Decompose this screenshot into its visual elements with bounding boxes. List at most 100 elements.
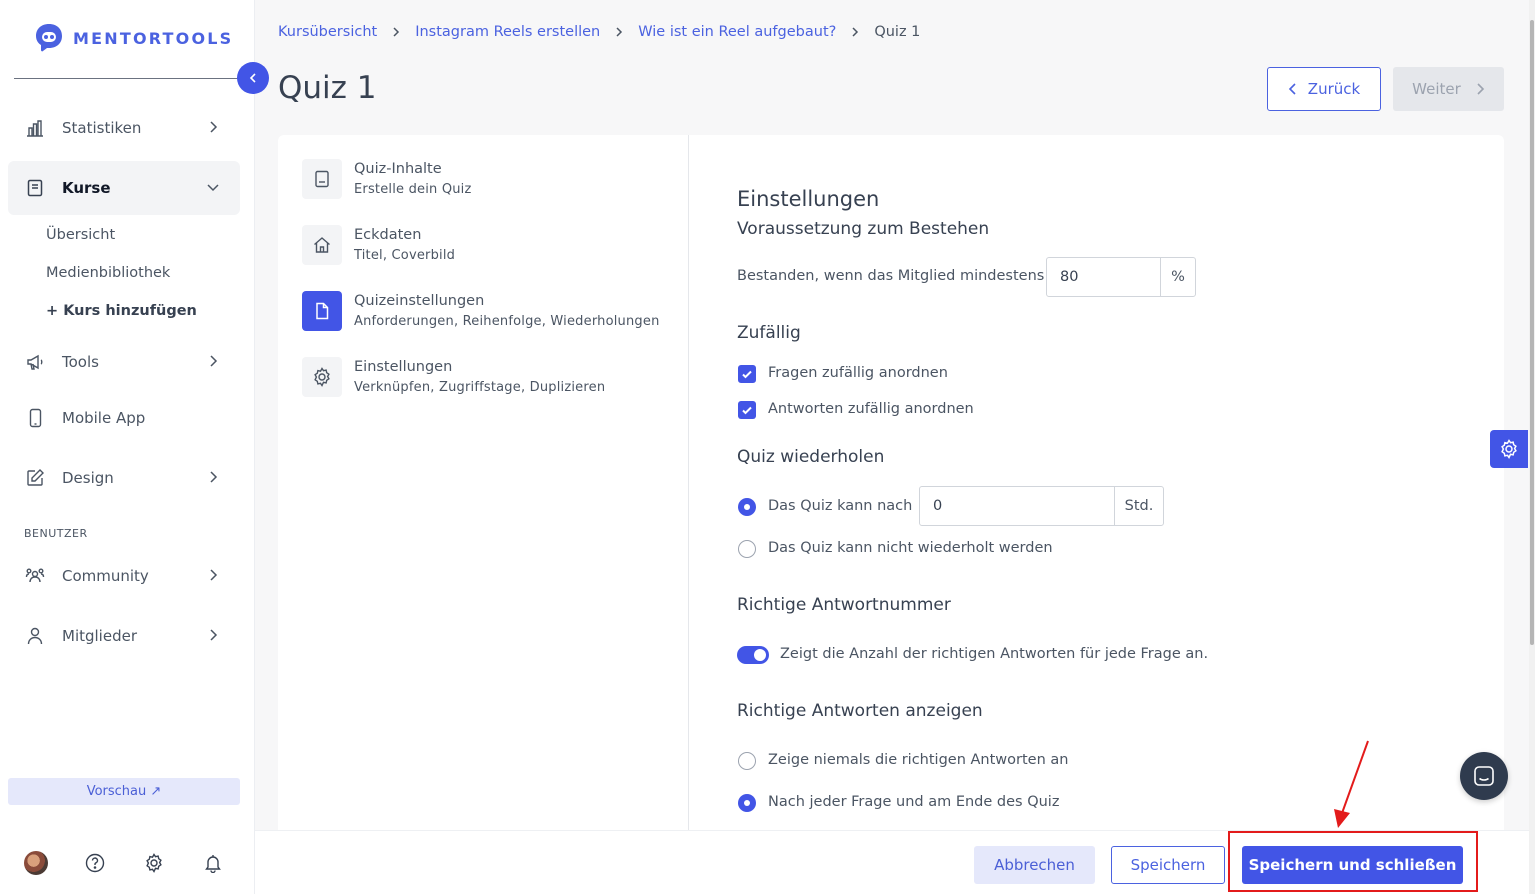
shuffle-answers-checkbox[interactable] (738, 401, 756, 419)
sidebar-item-label: Statistiken (62, 119, 142, 137)
chevron-right-icon (613, 26, 625, 38)
pass-label: Bestanden, wenn das Mitglied mindestens (737, 268, 1045, 284)
sidebar-subitem-medienbibliothek[interactable]: Medienbibliothek (46, 265, 170, 281)
page-title: Quiz 1 (278, 70, 377, 106)
section-label-benutzer: BENUTZER (24, 527, 88, 540)
sidebar-item-kurse[interactable]: Kurse (8, 161, 240, 215)
sidebar: MENTORTOOLS Statistiken Kurse Übersicht … (0, 0, 255, 894)
hours-unit: Std. (1114, 487, 1163, 525)
collapse-sidebar-button[interactable] (237, 62, 269, 94)
sidebar-item-statistiken[interactable]: Statistiken (8, 101, 240, 155)
show-answers-heading: Richtige Antworten anzeigen (737, 701, 983, 721)
step-subtitle: Verknüpfen, Zugriffstage, Duplizieren (354, 380, 606, 395)
chevron-right-icon (390, 26, 402, 38)
answer-number-toggle[interactable] (737, 646, 769, 664)
pass-heading: Voraussetzung zum Bestehen (737, 219, 990, 239)
checkmark-icon (742, 370, 752, 379)
step-quizeinstellungen[interactable]: Quizeinstellungen Anforderungen, Reihenfo… (302, 291, 660, 331)
sidebar-item-mitglieder[interactable]: Mitglieder (8, 609, 240, 663)
pass-percentage-value[interactable]: 80 (1047, 258, 1160, 296)
page-scrollbar[interactable] (1529, 0, 1535, 894)
never-show-answers-radio[interactable] (738, 752, 756, 770)
avatar[interactable] (24, 851, 48, 875)
sidebar-item-community[interactable]: Community (8, 549, 240, 603)
brand-name: MENTORTOOLS (73, 28, 234, 48)
settings-heading: Einstellungen (737, 187, 880, 211)
logo[interactable]: MENTORTOOLS (33, 22, 233, 54)
annotation-arrow (1334, 740, 1369, 828)
repeat-after-label: Das Quiz kann nach (768, 498, 913, 514)
quiz-editor-card: Quiz-Inhalte Erstelle dein Quiz Eckdaten T… (278, 135, 1504, 835)
percent-unit: % (1160, 258, 1195, 296)
chevron-right-icon (210, 121, 218, 133)
step-einstellungen[interactable]: Einstellungen Verknüpfen, Zugriffstage, D… (302, 357, 605, 397)
step-eckdaten[interactable]: Eckdaten Titel, Coverbild (302, 225, 455, 265)
preview-button[interactable]: Vorschau ↗ (8, 778, 240, 805)
repeat-hours-input[interactable]: 0 Std. (919, 486, 1164, 526)
breadcrumb-link[interactable]: Wie ist ein Reel aufgebaut? (638, 24, 836, 40)
card-divider (688, 135, 689, 835)
save-button[interactable]: Speichern (1111, 846, 1225, 884)
shuffle-questions-label: Fragen zufällig anordnen (768, 365, 948, 381)
gear-icon[interactable] (142, 851, 166, 875)
back-button[interactable]: Zurück (1267, 67, 1381, 111)
repeat-hours-value[interactable]: 0 (920, 487, 1114, 525)
chevron-right-icon (210, 629, 218, 641)
chat-launcher[interactable] (1460, 752, 1508, 800)
chevron-left-icon (1288, 83, 1296, 95)
step-quiz-inhalte[interactable]: Quiz-Inhalte Erstelle dein Quiz (302, 159, 472, 199)
bar-chart-icon (24, 117, 46, 139)
sidebar-item-tools[interactable]: Tools (8, 335, 240, 389)
sidebar-item-label: Community (62, 567, 149, 585)
mobile-icon (24, 407, 46, 429)
breadcrumb-link[interactable]: Instagram Reels erstellen (415, 24, 600, 40)
never-show-answers-label: Zeige niemals die richtigen Antworten an (768, 752, 1069, 768)
chevron-right-icon (1477, 83, 1484, 95)
sidebar-item-label: Design (62, 469, 114, 487)
shuffle-questions-checkbox[interactable] (738, 365, 756, 383)
next-button[interactable]: Weiter (1393, 67, 1504, 111)
settings-side-tab[interactable] (1490, 430, 1528, 468)
no-repeat-label: Das Quiz kann nicht wiederholt werden (768, 540, 1053, 556)
gear-icon (1501, 439, 1517, 459)
pass-percentage-input[interactable]: 80 % (1046, 257, 1196, 297)
show-answers-each-question-radio[interactable] (738, 794, 756, 812)
help-icon[interactable] (83, 851, 107, 875)
breadcrumb-current: Quiz 1 (874, 24, 921, 40)
sidebar-footer (24, 851, 234, 877)
sidebar-item-label: Kurse (62, 179, 111, 197)
step-subtitle: Anforderungen, Reihenfolge, Wiederholung… (354, 314, 660, 329)
back-button-label: Zurück (1307, 80, 1361, 98)
gear-icon (302, 357, 342, 397)
bell-icon[interactable] (201, 851, 225, 875)
user-icon (24, 625, 46, 647)
repeat-after-radio[interactable] (738, 498, 756, 516)
chevron-down-icon (207, 184, 219, 192)
megaphone-icon (24, 351, 46, 373)
cancel-button[interactable]: Abbrechen (974, 846, 1095, 884)
chevron-right-icon (849, 26, 861, 38)
sidebar-item-mobile-app[interactable]: Mobile App (8, 391, 240, 445)
sidebar-subitem-kurs-hinzufuegen[interactable]: + Kurs hinzufügen (46, 303, 197, 319)
scrollbar-thumb[interactable] (1530, 20, 1534, 645)
answer-number-heading: Richtige Antwortnummer (737, 595, 951, 615)
robot-logo-icon (36, 24, 62, 52)
no-repeat-radio[interactable] (738, 540, 756, 558)
shuffle-answers-label: Antworten zufällig anordnen (768, 401, 974, 417)
chevron-right-icon (210, 471, 218, 483)
checkmark-icon (742, 406, 752, 415)
sidebar-item-label: Mobile App (62, 409, 146, 427)
document-icon (302, 159, 342, 199)
random-heading: Zufällig (737, 323, 801, 343)
show-answers-each-question-label: Nach jeder Frage und am Ende des Quiz (768, 794, 1060, 810)
sidebar-item-label: Tools (62, 353, 99, 371)
logo-divider (14, 78, 240, 79)
breadcrumb: Kursübersicht Instagram Reels erstellen … (278, 22, 920, 42)
step-title: Einstellungen (354, 359, 453, 375)
step-title: Eckdaten (354, 227, 422, 243)
sidebar-item-label: Mitglieder (62, 627, 137, 645)
sidebar-item-design[interactable]: Design (8, 451, 240, 505)
home-icon (302, 225, 342, 265)
breadcrumb-link[interactable]: Kursübersicht (278, 24, 377, 40)
sidebar-subitem-uebersicht[interactable]: Übersicht (46, 227, 115, 243)
